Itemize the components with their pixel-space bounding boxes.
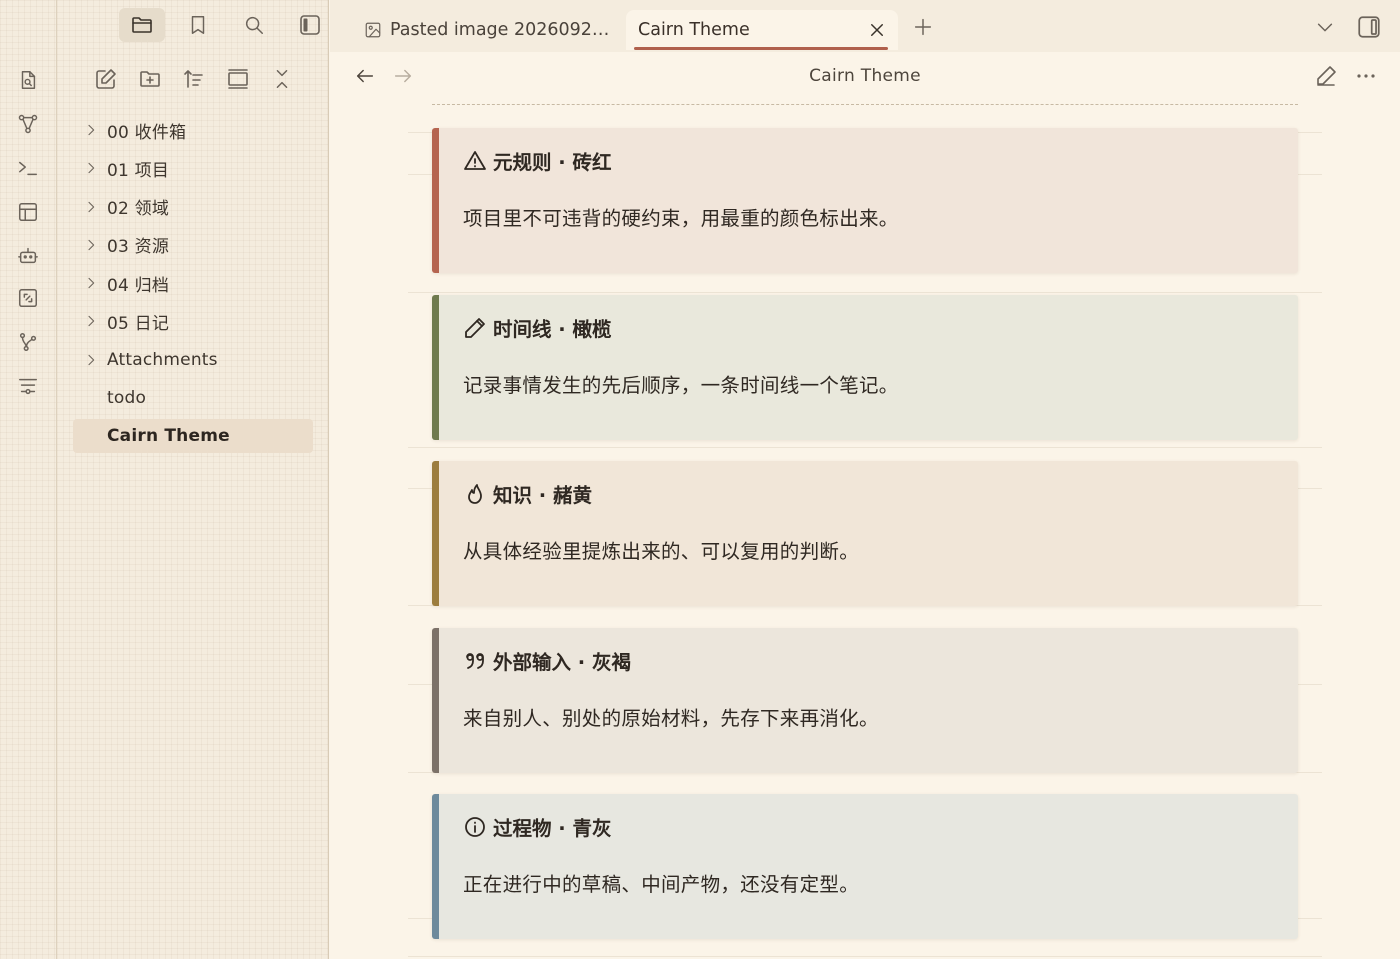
callout-title-text: 元规则 · 砖红 bbox=[493, 151, 612, 174]
chevron-right-icon bbox=[88, 201, 95, 212]
ribbon bbox=[0, 0, 57, 959]
sidebar-tab-strip bbox=[119, 8, 333, 44]
callout-title: 知识 · 赭黄 bbox=[463, 479, 592, 508]
chevron-right-icon bbox=[88, 277, 95, 289]
layout-icon[interactable] bbox=[16, 200, 40, 224]
callout-work-in-progress[interactable]: 过程物 · 青灰 正在进行中的草稿、中间产物，还没有定型。 bbox=[432, 794, 1298, 939]
new-folder-icon[interactable] bbox=[137, 64, 163, 94]
callout-body: 正在进行中的草稿、中间产物，还没有定型。 bbox=[463, 873, 860, 896]
tree-folder[interactable]: 02 领域 bbox=[73, 190, 313, 224]
close-icon[interactable] bbox=[868, 21, 886, 39]
close-icon[interactable] bbox=[269, 64, 295, 94]
chevron-right-icon bbox=[88, 354, 95, 365]
folder-icon[interactable] bbox=[119, 8, 165, 42]
collapse-all-icon[interactable] bbox=[225, 64, 251, 94]
pencil-icon bbox=[465, 317, 485, 338]
tab-label: Pasted image 20260929... bbox=[390, 20, 610, 40]
terminal-icon[interactable] bbox=[16, 156, 40, 180]
chevron-right-icon bbox=[88, 124, 95, 136]
tree-item-label: 05 日记 bbox=[107, 313, 170, 334]
tree-file-selected[interactable]: Cairn Theme bbox=[73, 419, 313, 454]
callout-title-text: 知识 · 赭黄 bbox=[493, 484, 592, 507]
tree-item-label: Cairn Theme bbox=[107, 426, 230, 447]
tree-folder[interactable]: Attachments bbox=[73, 343, 313, 377]
ruled-line bbox=[408, 292, 1322, 293]
bookmark-icon[interactable] bbox=[175, 8, 221, 42]
view-title[interactable]: Cairn Theme bbox=[330, 66, 1400, 86]
callout-title-text: 外部输入 · 灰褐 bbox=[493, 651, 631, 674]
info-icon bbox=[465, 816, 485, 837]
chevron-right-icon bbox=[88, 316, 95, 327]
chevron-right-icon bbox=[88, 239, 95, 251]
right-sidebar-toggle-icon[interactable] bbox=[1356, 14, 1382, 40]
ruled-line bbox=[408, 447, 1322, 448]
file-explorer-actions bbox=[93, 64, 295, 94]
callout-body: 从具体经验里提炼出来的、可以复用的判断。 bbox=[463, 540, 860, 563]
tree-item-label: 03 资源 bbox=[107, 237, 170, 258]
horizontal-rule bbox=[432, 104, 1298, 105]
tree-item-label: 01 项目 bbox=[107, 160, 170, 181]
callout-title: 元规则 · 砖红 bbox=[463, 146, 612, 175]
callout-title-text: 过程物 · 青灰 bbox=[493, 817, 612, 840]
pencil-icon[interactable] bbox=[1314, 64, 1338, 88]
flame-icon bbox=[468, 483, 482, 504]
more-options-icon[interactable] bbox=[1354, 64, 1378, 88]
ruled-line bbox=[408, 956, 1322, 957]
file-explorer: 00 收件箱 01 项目 02 领域 03 资源 04 归档 05 日记 Att… bbox=[57, 0, 329, 959]
sidebar-toggle-icon[interactable] bbox=[287, 8, 333, 42]
file-tree: 00 收件箱 01 项目 02 领域 03 资源 04 归档 05 日记 Att… bbox=[73, 113, 313, 458]
filter-icon[interactable] bbox=[16, 374, 40, 398]
tree-folder[interactable]: 05 日记 bbox=[73, 304, 313, 338]
image-icon bbox=[365, 22, 381, 38]
callout-meta-rule[interactable]: 元规则 · 砖红 项目里不可违背的硬约束，用最重的颜色标出来。 bbox=[432, 128, 1298, 273]
search-file-icon[interactable] bbox=[16, 68, 40, 92]
tree-item-label: 00 收件箱 bbox=[107, 122, 187, 143]
callout-title: 时间线 · 橄榄 bbox=[463, 313, 612, 342]
tab-label: Cairn Theme bbox=[638, 20, 750, 40]
tree-folder[interactable]: 01 项目 bbox=[73, 151, 313, 185]
graph-icon[interactable] bbox=[16, 112, 40, 136]
tree-folder[interactable]: 04 归档 bbox=[73, 266, 313, 300]
callout-title-text: 时间线 · 橄榄 bbox=[493, 318, 612, 341]
tree-item-label: todo bbox=[107, 388, 147, 409]
callout-title: 过程物 · 青灰 bbox=[463, 812, 612, 841]
callout-title: 外部输入 · 灰褐 bbox=[463, 646, 631, 675]
tree-folder[interactable]: 03 资源 bbox=[73, 228, 313, 262]
tree-item-label: 02 领域 bbox=[107, 199, 170, 220]
note-content: 元规则 · 砖红 项目里不可违背的硬约束，用最重的颜色标出来。 时间线 · 橄榄… bbox=[330, 102, 1400, 959]
tab-pasted-image[interactable]: Pasted image 20260929... bbox=[364, 10, 624, 50]
sort-icon[interactable] bbox=[181, 64, 207, 94]
search-icon[interactable] bbox=[231, 8, 277, 42]
new-note-icon[interactable] bbox=[93, 64, 119, 94]
chevron-down-icon[interactable] bbox=[1314, 16, 1336, 38]
callout-body: 来自别人、别处的原始材料，先存下来再消化。 bbox=[463, 707, 879, 730]
callout-external-input[interactable]: 外部输入 · 灰褐 来自别人、别处的原始材料，先存下来再消化。 bbox=[432, 628, 1298, 773]
plus-icon[interactable] bbox=[912, 16, 934, 38]
callout-timeline[interactable]: 时间线 · 橄榄 记录事情发生的先后顺序，一条时间线一个笔记。 bbox=[432, 295, 1298, 440]
bot-icon[interactable] bbox=[16, 244, 40, 268]
tree-file[interactable]: todo bbox=[73, 381, 313, 415]
callout-knowledge[interactable]: 知识 · 赭黄 从具体经验里提炼出来的、可以复用的判断。 bbox=[432, 461, 1298, 606]
tab-cairn-theme[interactable]: Cairn Theme bbox=[626, 10, 898, 50]
callout-body: 项目里不可违背的硬约束，用最重的颜色标出来。 bbox=[463, 207, 899, 230]
tree-folder[interactable]: 00 收件箱 bbox=[73, 113, 313, 147]
tree-item-label: Attachments bbox=[107, 349, 218, 370]
callout-body: 记录事情发生的先后顺序，一条时间线一个笔记。 bbox=[463, 374, 899, 397]
warning-icon bbox=[464, 150, 486, 170]
git-branch-icon[interactable] bbox=[16, 330, 40, 354]
canvas-icon[interactable] bbox=[16, 286, 40, 310]
quote-icon bbox=[466, 652, 484, 669]
view-header: Cairn Theme bbox=[330, 52, 1400, 102]
tab-bar: Pasted image 20260929... Cairn Theme bbox=[330, 0, 1400, 52]
chevron-right-icon bbox=[88, 163, 95, 174]
tree-item-label: 04 归档 bbox=[107, 275, 170, 296]
